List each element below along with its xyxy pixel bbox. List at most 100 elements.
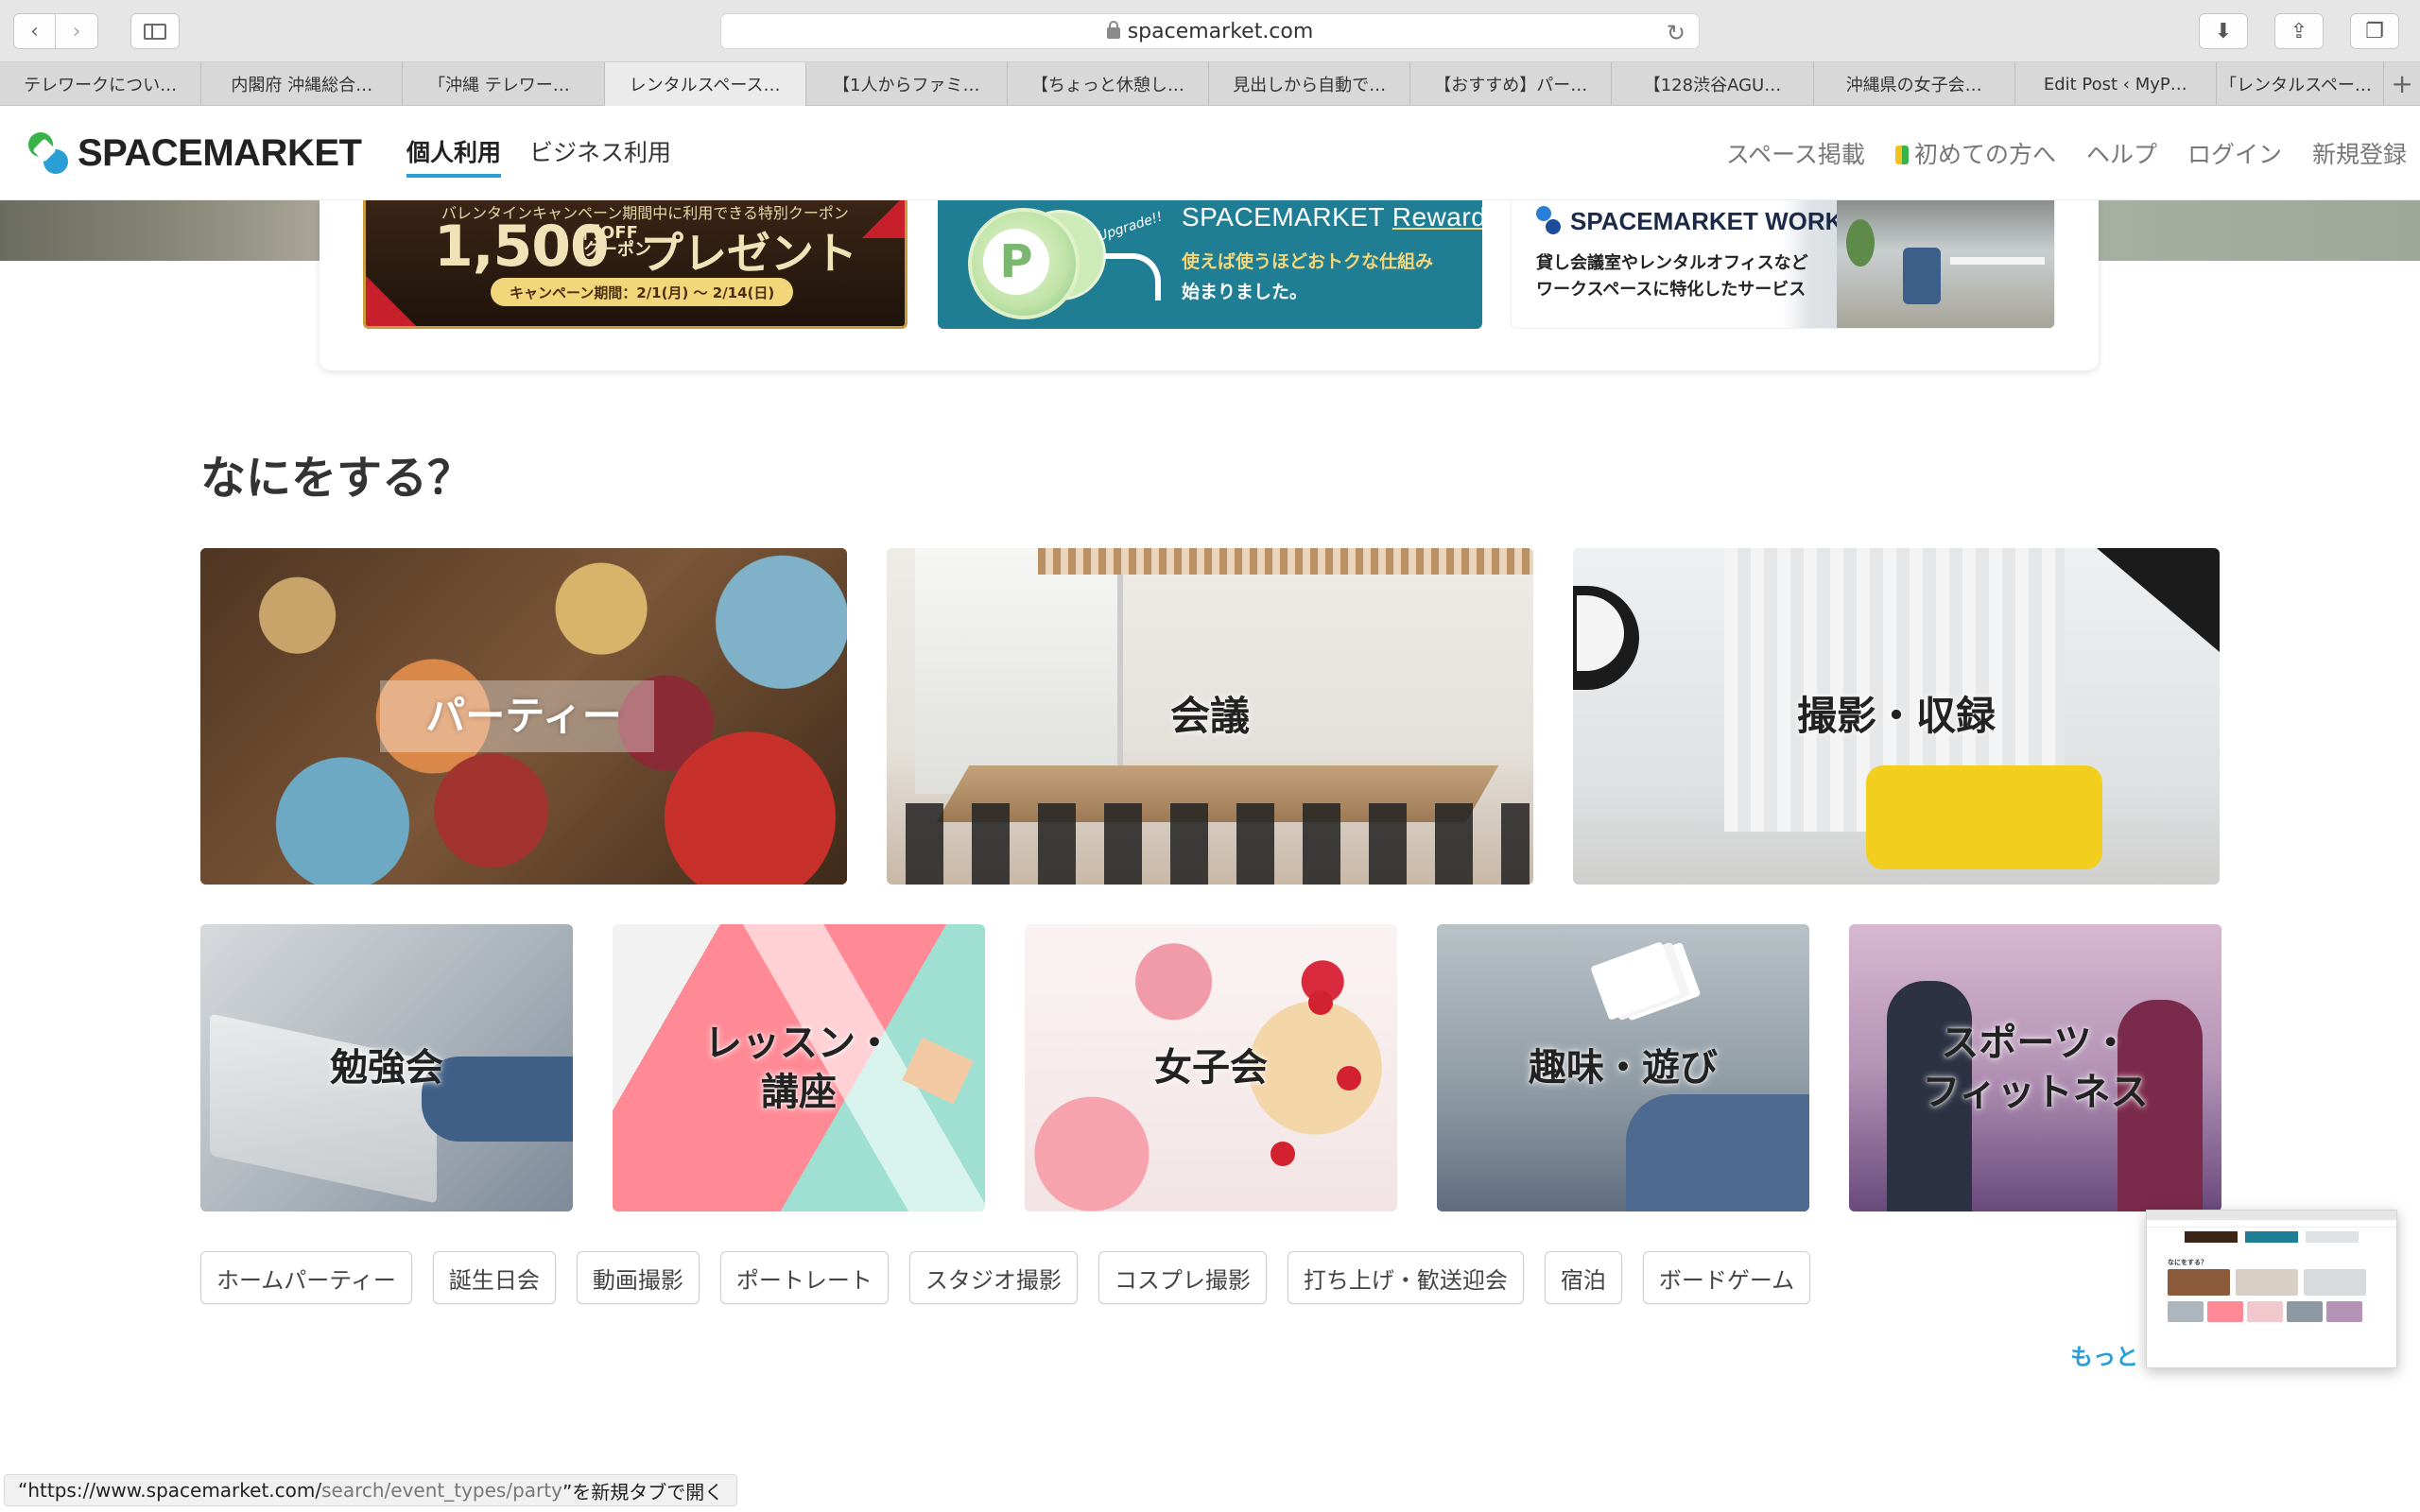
arrow-up-icon — [1104, 253, 1161, 301]
work-line2: ワークスペースに特化したサービス — [1536, 280, 1806, 300]
work-logo: SPACEMARKET WORK — [1536, 206, 1842, 236]
category-card-lesson[interactable]: レッスン・ 講座 — [613, 924, 985, 1211]
tag-video-shooting[interactable]: 動画撮影 — [576, 1251, 700, 1304]
plus-icon: + — [2391, 68, 2413, 99]
category-card-sports[interactable]: スポーツ・ フィットネス — [1849, 924, 2221, 1211]
coupon-present: プレゼント — [640, 228, 857, 279]
category-card-girls-party[interactable]: 女子会 — [1025, 924, 1397, 1211]
first-time-label: 初めての方へ — [1913, 141, 2056, 168]
work-banner[interactable]: SPACEMARKET WORK 貸し会議室やレンタルオフィスなど ワークスペー… — [1511, 200, 2055, 329]
category-label: 会議 — [1169, 692, 1250, 739]
tag-board-game[interactable]: ボードゲーム — [1642, 1251, 1811, 1304]
browser-tab[interactable]: 【おすすめ】パー… — [1410, 62, 1613, 106]
login-link[interactable]: ログイン — [2187, 136, 2282, 170]
work-logo-icon — [1536, 206, 1563, 236]
lock-icon — [1106, 21, 1120, 39]
logo-mark-icon — [25, 127, 72, 180]
thumb-card — [2326, 1301, 2362, 1322]
status-url-main: “https://www.spacemarket.com/ — [18, 1479, 322, 1502]
thumb-banner — [2185, 1231, 2238, 1243]
download-icon: ⬇ — [2214, 19, 2233, 43]
window-decoration — [915, 548, 1123, 794]
signup-link[interactable]: 新規登録 — [2312, 136, 2407, 170]
tab-bar: テレワークについ… 内閣府 沖縄総合… ｢沖縄 テレワー… レンタルスペース… … — [0, 62, 2420, 106]
category-label: 女子会 — [1154, 1046, 1268, 1090]
category-label: 趣味・遊び — [1529, 1046, 1718, 1090]
help-link[interactable]: ヘルプ — [2086, 136, 2157, 170]
thumb-card — [2236, 1269, 2298, 1296]
thumb-title: なにをする？ — [2168, 1259, 2207, 1266]
ceiling-decoration — [1038, 548, 1533, 575]
spacemarket-logo[interactable]: SPACEMARKET — [25, 127, 362, 180]
sofa-decoration — [1866, 765, 2102, 869]
category-card-shooting[interactable]: 撮影・収録 — [1573, 548, 2220, 885]
category-card-party[interactable]: パーティー — [200, 548, 847, 885]
list-space-link[interactable]: スペース掲載 — [1726, 136, 1865, 170]
browser-tab[interactable]: ｢沖縄 テレワー… — [403, 62, 605, 106]
tag-after-party[interactable]: 打ち上げ・歓送迎会 — [1287, 1251, 1524, 1304]
rewards-line2: 始まりました。 — [1182, 282, 1308, 302]
coupon-period: キャンペーン期間：2/1(月) 〜 2/14(日) — [491, 278, 794, 306]
new-tab-button[interactable]: + — [2384, 62, 2420, 105]
browser-tab[interactable]: 見出しから自動で… — [1209, 62, 1411, 106]
category-card-study[interactable]: 勉強会 — [200, 924, 573, 1211]
browser-tab[interactable]: 【1人からファミ… — [806, 62, 1008, 106]
strawberry-decoration — [1337, 1066, 1361, 1091]
site-header: SPACEMARKET 個人利用 ビジネス利用 スペース掲載 初めての方へ ヘル… — [0, 106, 2420, 200]
rewards-banner[interactable]: P Upgrade!! SPACEMARKET Rewards 使えば使うほどお… — [938, 200, 1482, 329]
rewards-title: SPACEMARKET Rewards — [1182, 202, 1482, 232]
share-icon: ⇪ — [2290, 19, 2308, 43]
address-url: spacemarket.com — [1127, 19, 1314, 43]
browser-tab[interactable]: テレワークについ… — [0, 62, 202, 106]
strawberry-decoration — [1270, 1142, 1295, 1166]
rewards-line1: 使えば使うほどおトクな仕組み — [1182, 251, 1434, 272]
downloads-button[interactable]: ⬇ — [2199, 13, 2248, 49]
chevron-left-icon: ‹ — [30, 19, 39, 43]
header-right-nav: スペース掲載 初めての方へ ヘルプ ログイン 新規登録 — [1726, 136, 2407, 170]
chairs-decoration — [906, 803, 1530, 885]
strawberry-decoration — [1308, 990, 1333, 1015]
tag-birthday[interactable]: 誕生日会 — [432, 1251, 556, 1304]
browser-tab[interactable]: 【128渋谷AGU… — [1612, 62, 1814, 106]
points-coin-letter: P — [983, 229, 1049, 295]
thumb-card — [2287, 1301, 2323, 1322]
back-button[interactable]: ‹ — [14, 14, 56, 48]
browser-tab[interactable]: Edit Post ‹ MyP… — [2015, 62, 2217, 106]
browser-tab-active[interactable]: レンタルスペース… — [604, 62, 806, 106]
tag-portrait[interactable]: ポートレート — [719, 1251, 889, 1304]
ribbon-decoration — [857, 200, 905, 238]
tag-cosplay[interactable]: コスプレ撮影 — [1098, 1251, 1267, 1304]
address-bar[interactable]: spacemarket.com ↻ — [720, 13, 1700, 49]
browser-tab[interactable]: 内閣府 沖縄総合… — [201, 62, 404, 106]
thumb-banner — [2245, 1231, 2298, 1243]
reload-icon[interactable]: ↻ — [1667, 20, 1685, 46]
category-card-hobby[interactable]: 趣味・遊び — [1437, 924, 1809, 1211]
tab-overview-button[interactable]: ❐ — [2350, 13, 2399, 49]
tag-home-party[interactable]: ホームパーティー — [200, 1251, 412, 1304]
logo-text: SPACEMARKET — [78, 131, 362, 174]
office-photo — [1837, 200, 2054, 328]
nav-business-use[interactable]: ビジネス利用 — [529, 134, 671, 178]
status-suffix: ”を新規タブで開く — [562, 1480, 724, 1503]
share-button[interactable]: ⇪ — [2274, 13, 2324, 49]
link-status-bar: “https://www.spacemarket.com/search/even… — [4, 1474, 738, 1506]
tag-studio-shooting[interactable]: スタジオ撮影 — [908, 1251, 1078, 1304]
upgrade-text: Upgrade!! — [1096, 209, 1165, 245]
browser-tab[interactable]: 沖縄県の女子会… — [1814, 62, 2015, 106]
thumb-toolbar — [2147, 1211, 2396, 1220]
tag-stay[interactable]: 宿泊 — [1544, 1251, 1622, 1304]
first-time-link[interactable]: 初めての方へ — [1894, 136, 2056, 170]
browser-tab[interactable]: 【ちょっと休憩し… — [1008, 62, 1210, 106]
rewards-title-main: SPACEMARKET — [1182, 202, 1392, 232]
tag-list: ホームパーティー 誕生日会 動画撮影 ポートレート スタジオ撮影 コスプレ撮影 … — [200, 1251, 1811, 1304]
forward-button[interactable]: › — [56, 14, 97, 48]
beginner-mark-icon — [1894, 146, 1909, 164]
sidebar-toggle-button[interactable] — [130, 13, 180, 49]
thumb-card — [2168, 1269, 2230, 1296]
nav-personal-use[interactable]: 個人利用 — [406, 134, 502, 178]
browser-tab[interactable]: ｢レンタルスペー… — [2217, 62, 2385, 106]
category-card-meeting[interactable]: 会議 — [887, 548, 1533, 885]
more-link[interactable]: もっと — [2070, 1338, 2138, 1371]
coupon-banner[interactable]: バレンタインキャンペーン期間中に利用できる特別クーポン 1,500 円OFF クー… — [363, 200, 908, 329]
page-preview-thumbnail[interactable]: なにをする？ — [2146, 1210, 2397, 1368]
